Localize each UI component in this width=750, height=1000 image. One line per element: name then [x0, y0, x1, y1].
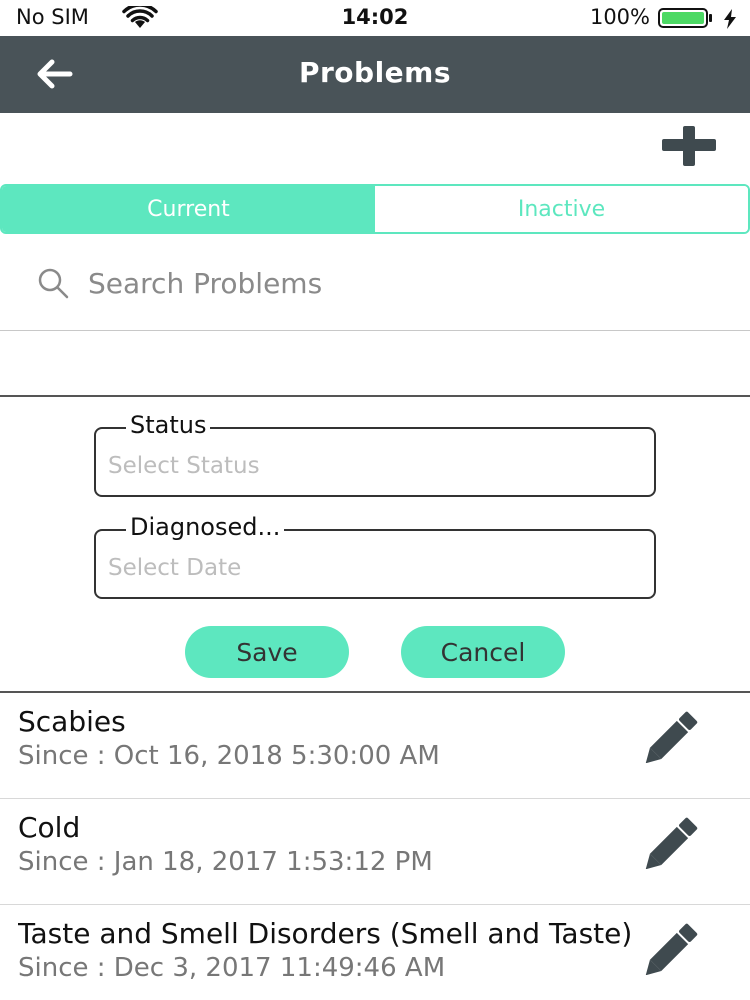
save-button[interactable]: Save	[185, 626, 349, 678]
problem-since: Since : Oct 16, 2018 5:30:00 AM	[18, 741, 440, 771]
diagnosed-label: Diagnosed...	[126, 513, 285, 541]
tab-switcher: Current Inactive	[0, 184, 750, 234]
filter-spacer	[0, 331, 750, 397]
problem-since: Since : Jan 18, 2017 1:53:12 PM	[18, 847, 433, 877]
nav-bar: Problems	[0, 36, 750, 113]
status-label: Status	[126, 411, 211, 439]
search-bar	[0, 234, 750, 331]
battery-percent: 100%	[589, 5, 650, 29]
problem-list: Scabies Since : Oct 16, 2018 5:30:00 AM …	[0, 693, 750, 1000]
problem-name: Taste and Smell Disorders (Smell and Tas…	[18, 917, 630, 950]
status-bar: No SIM 14:02 100%	[0, 0, 750, 36]
pencil-icon[interactable]	[644, 707, 704, 763]
page-title: Problems	[298, 56, 452, 89]
date-placeholder: Select Date	[108, 555, 242, 581]
list-item[interactable]: Taste and Smell Disorders (Smell and Tas…	[0, 905, 750, 1000]
status-select[interactable]: Status Select Status	[94, 411, 656, 497]
pencil-icon[interactable]	[644, 919, 704, 975]
problem-name: Scabies	[18, 705, 126, 738]
charging-bolt-icon	[724, 9, 736, 29]
list-item[interactable]: Scabies Since : Oct 16, 2018 5:30:00 AM	[0, 693, 750, 799]
tab-inactive[interactable]: Inactive	[375, 186, 748, 232]
tab-current[interactable]: Current	[2, 186, 375, 232]
search-input[interactable]	[88, 260, 708, 306]
problem-name: Cold	[18, 811, 81, 844]
pencil-icon[interactable]	[644, 813, 704, 869]
diagnosed-date-picker[interactable]: Diagnosed... Select Date	[94, 513, 656, 599]
status-placeholder: Select Status	[108, 453, 260, 479]
battery-icon	[658, 8, 712, 28]
plus-icon[interactable]	[658, 122, 720, 168]
problem-since: Since : Dec 3, 2017 11:49:46 AM	[18, 953, 446, 983]
search-icon	[38, 268, 69, 299]
cancel-button[interactable]: Cancel	[401, 626, 565, 678]
list-item[interactable]: Cold Since : Jan 18, 2017 1:53:12 PM	[0, 799, 750, 905]
